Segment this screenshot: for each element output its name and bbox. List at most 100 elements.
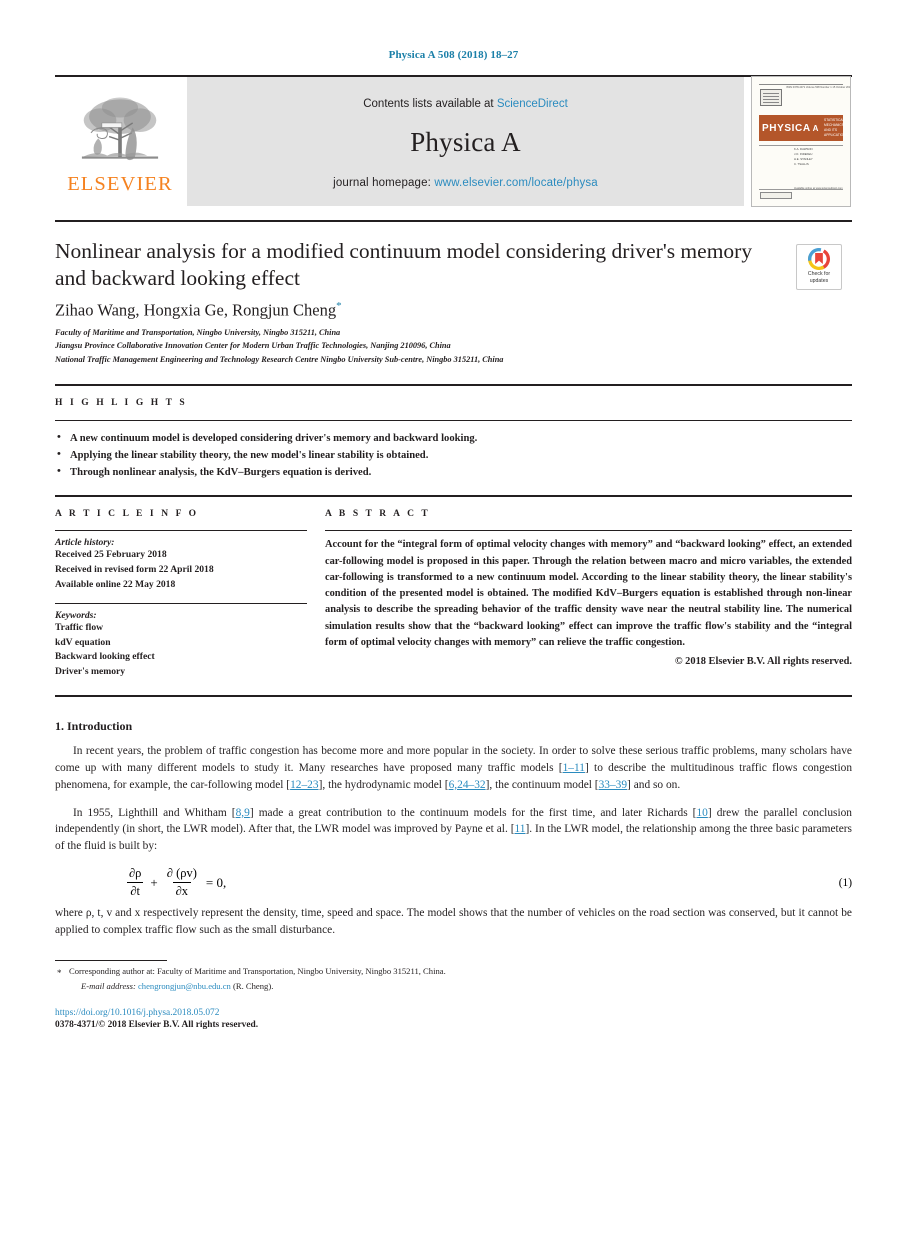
corresponding-author-text: Corresponding author at: Faculty of Mari…: [69, 966, 446, 977]
affiliation-1: Faculty of Maritime and Transportation, …: [55, 327, 341, 337]
highlights-label: H I G H L I G H T S: [55, 397, 188, 408]
abstract-column: A B S T R A C T Account for the “integra…: [325, 509, 852, 679]
history-received: Received 25 February 2018: [55, 549, 167, 561]
eq-plus: +: [150, 874, 158, 890]
highlights-list: A new continuum model is developed consi…: [55, 429, 852, 481]
article-history-block: Article history: Received 25 February 20…: [55, 537, 307, 592]
abstract-rule: [325, 530, 852, 532]
highlight-item: Through nonlinear analysis, the KdV–Burg…: [55, 463, 852, 481]
fraction-drho-dt: ∂ρ ∂t: [126, 866, 144, 899]
email-link[interactable]: chengrongjun@nbu.edu.cn: [138, 981, 231, 991]
author-list: Zihao Wang, Hongxia Ge, Rongjun Cheng*: [55, 300, 782, 321]
p1-c: ], the hydrodynamic model [: [318, 778, 449, 791]
journal-homepage-link[interactable]: www.elsevier.com/locate/physa: [434, 177, 598, 189]
journal-masthead: ELSEVIER Contents lists available at Sci…: [55, 75, 852, 207]
author-names: Zihao Wang, Hongxia Ge, Rongjun Cheng: [55, 300, 337, 320]
intro-paragraph-2: In 1955, Lighthill and Whitham [8,9] mad…: [55, 805, 852, 855]
affiliation-3: National Traffic Management Engineering …: [55, 354, 504, 364]
footnote-separator: [55, 960, 167, 962]
affiliation-2: Jiangsu Province Collaborative Innovatio…: [55, 341, 451, 351]
cover-logo-box: [760, 89, 782, 106]
fraction-drhov-dx: ∂ (ρv) ∂x: [164, 866, 200, 899]
crossmark-wrap: Check for updates: [796, 238, 852, 366]
p2-a: In 1955, Lighthill and Whitham [: [73, 806, 236, 819]
eq-den-t: ∂t: [127, 882, 144, 899]
cover-micro-text: ISSN 0378-4371 Volume 508 Number 1 15 Oc…: [786, 86, 851, 89]
crossmark-line2: updates: [809, 277, 829, 284]
crossmark-line1: Check for: [807, 271, 831, 277]
email-label: E-mail address:: [81, 981, 136, 992]
article-info-rule: [55, 530, 307, 532]
cover-footer-note: Available online at www.sciencedirect.co…: [794, 187, 843, 190]
homepage-prefix: journal homepage:: [333, 177, 435, 189]
section-heading-introduction: 1. Introduction: [55, 719, 133, 734]
keyword-item: Backward looking effect: [55, 651, 155, 663]
p1-e: ] and so on.: [627, 778, 681, 791]
page-title: Nonlinear analysis for a modified contin…: [55, 239, 753, 291]
cover-title-band: PHYSICA A STATISTICAL MECHANICS AND ITS A…: [759, 115, 848, 141]
keywords-block: Keywords: Traffic flow kdV equation Back…: [55, 610, 307, 679]
citation-33-39[interactable]: 33–39: [599, 779, 627, 791]
elsevier-tree-icon: [81, 97, 159, 160]
paper-page: Physica A 508 (2018) 18–27 ELSEVIER Cont…: [0, 0, 907, 1238]
journal-title: Physica A: [410, 127, 521, 157]
equation-1-label: (1): [838, 876, 852, 889]
title-text-group: Nonlinear analysis for a modified contin…: [55, 238, 796, 366]
highlight-item: Applying the linear stability theory, th…: [55, 446, 852, 464]
citation-11[interactable]: 11: [515, 823, 526, 835]
issn-copyright: 0378-4371/© 2018 Elsevier B.V. All right…: [55, 1019, 259, 1030]
keywords-rule: [55, 603, 307, 605]
history-online: Available online 22 May 2018: [55, 578, 176, 590]
article-info-label: A R T I C L E I N F O: [55, 509, 199, 520]
corresponding-author-marker: *: [336, 300, 342, 313]
citation-1-11[interactable]: 1–11: [563, 762, 585, 774]
title-block: Nonlinear analysis for a modified contin…: [55, 222, 852, 366]
highlight-item: A new continuum model is developed consi…: [55, 429, 852, 447]
intro-paragraph-3: where ρ, t, v and x respectively represe…: [55, 907, 852, 936]
citation-6-24-32[interactable]: 6,24–32: [449, 779, 486, 791]
abstract-copyright: © 2018 Elsevier B.V. All rights reserved…: [674, 655, 852, 667]
cover-top-rule: [759, 84, 843, 85]
running-head: Physica A 508 (2018) 18–27: [388, 49, 519, 61]
crossmark-label: Check for updates: [808, 271, 830, 285]
history-revised: Received in revised form 22 April 2018: [55, 564, 214, 576]
eq-num-rhov: ∂ (ρv): [166, 866, 197, 881]
sciencedirect-link[interactable]: ScienceDirect: [497, 98, 568, 110]
equation-1-body: ∂ρ ∂t + ∂ (ρv) ∂x = 0,: [125, 866, 839, 899]
journal-cover-wrap: ISSN 0378-4371 Volume 508 Number 1 15 Oc…: [750, 76, 852, 207]
keyword-item: Driver's memory: [55, 665, 126, 677]
p1-d: ], the continuum model [: [485, 778, 599, 791]
eq-equals-zero: = 0,: [205, 874, 227, 890]
citation-8-9[interactable]: 8,9: [236, 807, 250, 819]
affiliation-list: Faculty of Maritime and Transportation, …: [55, 326, 782, 366]
keyword-item: Traffic flow: [55, 622, 104, 634]
intro-paragraph-1: In recent years, the problem of traffic …: [55, 743, 852, 793]
p2-b: ] made a great contribution to the conti…: [249, 806, 697, 819]
article-info-column: A R T I C L E I N F O Article history: R…: [55, 509, 325, 679]
keyword-item: kdV equation: [55, 636, 111, 648]
email-note: E-mail address: chengrongjun@nbu.edu.cn …: [55, 980, 852, 994]
masthead-center: Contents lists available at ScienceDirec…: [187, 77, 744, 206]
doi-link[interactable]: https://doi.org/10.1016/j.physa.2018.05.…: [55, 1008, 852, 1018]
crossmark-badge[interactable]: Check for updates: [796, 244, 842, 290]
equation-1-row: ∂ρ ∂t + ∂ (ρv) ∂x = 0, (1): [55, 866, 852, 899]
corresponding-author-note: * Corresponding author at: Faculty of Ma…: [55, 965, 852, 979]
eq-num-rho: ∂ρ: [129, 866, 142, 881]
keywords-label: Keywords:: [55, 610, 97, 622]
highlights-thin-rule: [55, 419, 852, 421]
eq-den-x: ∂x: [172, 882, 192, 899]
elsevier-wordmark: ELSEVIER: [67, 172, 173, 195]
info-abstract-area: A R T I C L E I N F O Article history: R…: [55, 497, 852, 679]
cover-editor-list: K.A. DAWSON J.O. INDEKEU H.E. STANLEY C. TS…: [794, 147, 813, 166]
citation-10[interactable]: 10: [696, 807, 707, 819]
citation-12-23[interactable]: 12–23: [290, 779, 318, 791]
article-history-label: Article history:: [55, 537, 115, 549]
publisher-logo: ELSEVIER: [55, 77, 185, 206]
cover-title: PHYSICA: [762, 122, 811, 134]
body-top-rule: [55, 695, 852, 698]
abstract-label: A B S T R A C T: [325, 509, 431, 520]
cover-rule-1: [759, 145, 843, 146]
journal-cover-thumbnail: ISSN 0378-4371 Volume 508 Number 1 15 Oc…: [751, 76, 851, 207]
email-suffix: (R. Cheng).: [233, 981, 274, 992]
contents-prefix: Contents lists available at: [363, 98, 497, 110]
